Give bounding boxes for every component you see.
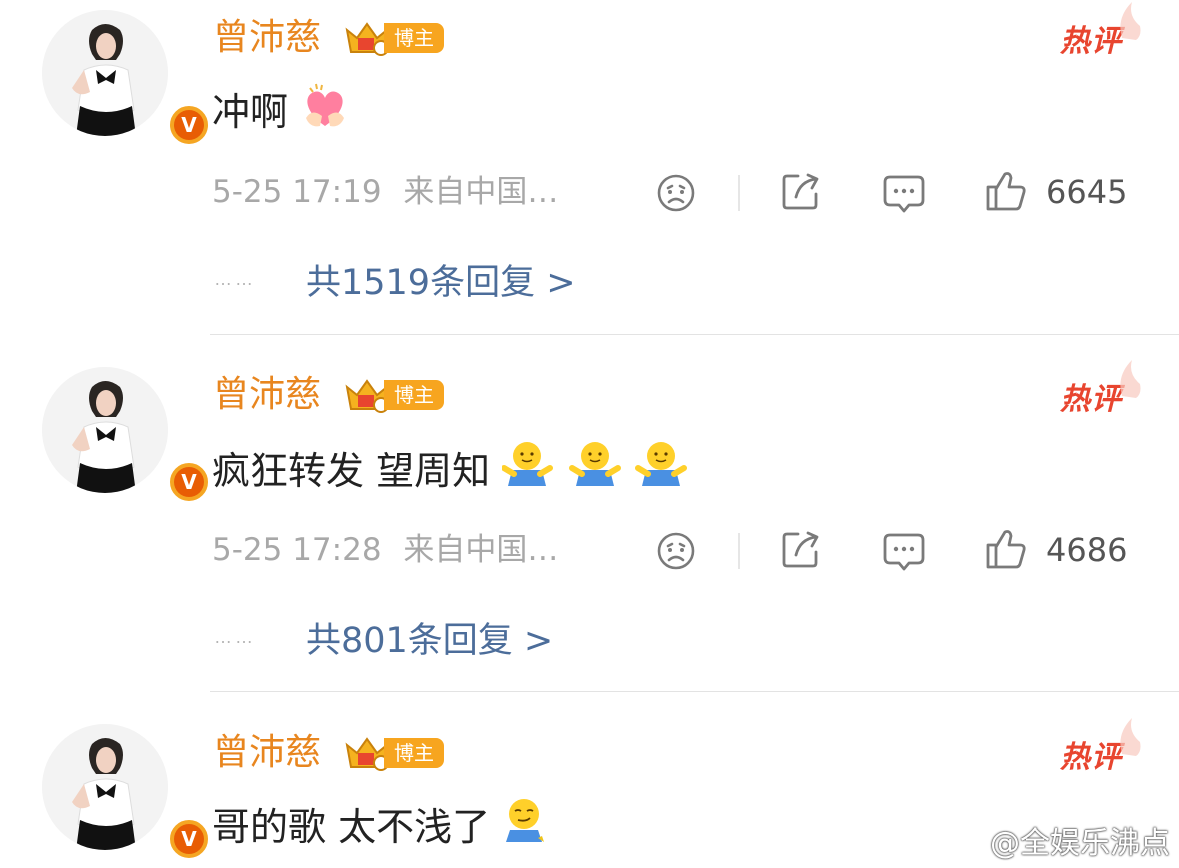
- like-thumb-icon[interactable]: [984, 527, 1028, 571]
- watermark: @全娱乐沸点: [944, 818, 1170, 862]
- comment-divider: [210, 691, 1179, 692]
- replies-row[interactable]: …… 共801条回复 >: [214, 612, 553, 663]
- comment-meta: 5-25 17:19 来自中国…: [212, 172, 558, 212]
- hot-comment-tag: 热评: [1060, 360, 1141, 418]
- share-icon[interactable]: [780, 529, 822, 571]
- comment-text: 疯狂转发 望周知: [212, 440, 688, 501]
- avatar-image: [42, 724, 168, 850]
- hot-comment-tag: 热评: [1060, 718, 1141, 776]
- dislike-face-icon[interactable]: [656, 173, 696, 213]
- flame-decoration-icon: [1120, 360, 1141, 398]
- blogger-badge-label: 博主: [384, 380, 444, 410]
- blogger-badge: 博主: [344, 735, 444, 771]
- avatar[interactable]: V: [42, 724, 212, 862]
- view-replies-link[interactable]: 共1519条回复 >: [306, 254, 576, 305]
- verified-icon: V: [166, 816, 212, 862]
- avatar[interactable]: V: [42, 367, 212, 505]
- share-icon[interactable]: [780, 171, 822, 213]
- weibo-logo-icon: [944, 825, 985, 857]
- flame-decoration-icon: [1120, 718, 1141, 756]
- flame-decoration-icon: [1120, 2, 1141, 40]
- blogger-badge-label: 博主: [384, 738, 444, 768]
- heart-hands-emoji: [300, 82, 350, 141]
- dislike-face-icon[interactable]: [656, 531, 696, 571]
- location-source: 来自中国…: [403, 174, 559, 210]
- username[interactable]: 曾沛慈: [213, 16, 321, 60]
- comment-icon[interactable]: [882, 530, 926, 572]
- like-count: 4686: [1046, 531, 1128, 569]
- hot-comment-tag: 热评: [1060, 2, 1141, 60]
- location-source: 来自中国…: [403, 532, 559, 568]
- blogger-badge: 博主: [344, 377, 444, 413]
- timestamp: 5-25 17:28: [212, 532, 382, 568]
- smirk-emoji: [502, 796, 548, 857]
- action-divider: [738, 175, 740, 211]
- like-count: 6645: [1046, 173, 1128, 211]
- avatar-image: [42, 10, 168, 136]
- action-divider: [738, 533, 740, 569]
- replies-dots: ……: [214, 627, 256, 647]
- hug-emoji: [501, 440, 688, 501]
- view-replies-link[interactable]: 共801条回复 >: [306, 612, 553, 663]
- avatar-image: [42, 367, 168, 493]
- username[interactable]: 曾沛慈: [213, 373, 321, 417]
- replies-dots: ……: [214, 269, 256, 289]
- comment-text: 冲啊: [212, 82, 350, 141]
- username[interactable]: 曾沛慈: [213, 731, 321, 775]
- avatar[interactable]: V: [42, 10, 212, 148]
- comment-text: 哥的歌 太不浅了: [212, 796, 548, 857]
- comment-icon[interactable]: [882, 172, 926, 214]
- blogger-badge-label: 博主: [384, 23, 444, 53]
- like-thumb-icon[interactable]: [984, 169, 1028, 213]
- timestamp: 5-25 17:19: [212, 174, 382, 210]
- watermark-text: @全娱乐沸点: [990, 826, 1170, 861]
- verified-icon: V: [166, 102, 212, 148]
- replies-row[interactable]: …… 共1519条回复 >: [214, 254, 576, 305]
- comment-divider: [210, 334, 1179, 335]
- blogger-badge: 博主: [344, 20, 444, 56]
- comment-meta: 5-25 17:28 来自中国…: [212, 530, 558, 570]
- verified-icon: V: [166, 459, 212, 505]
